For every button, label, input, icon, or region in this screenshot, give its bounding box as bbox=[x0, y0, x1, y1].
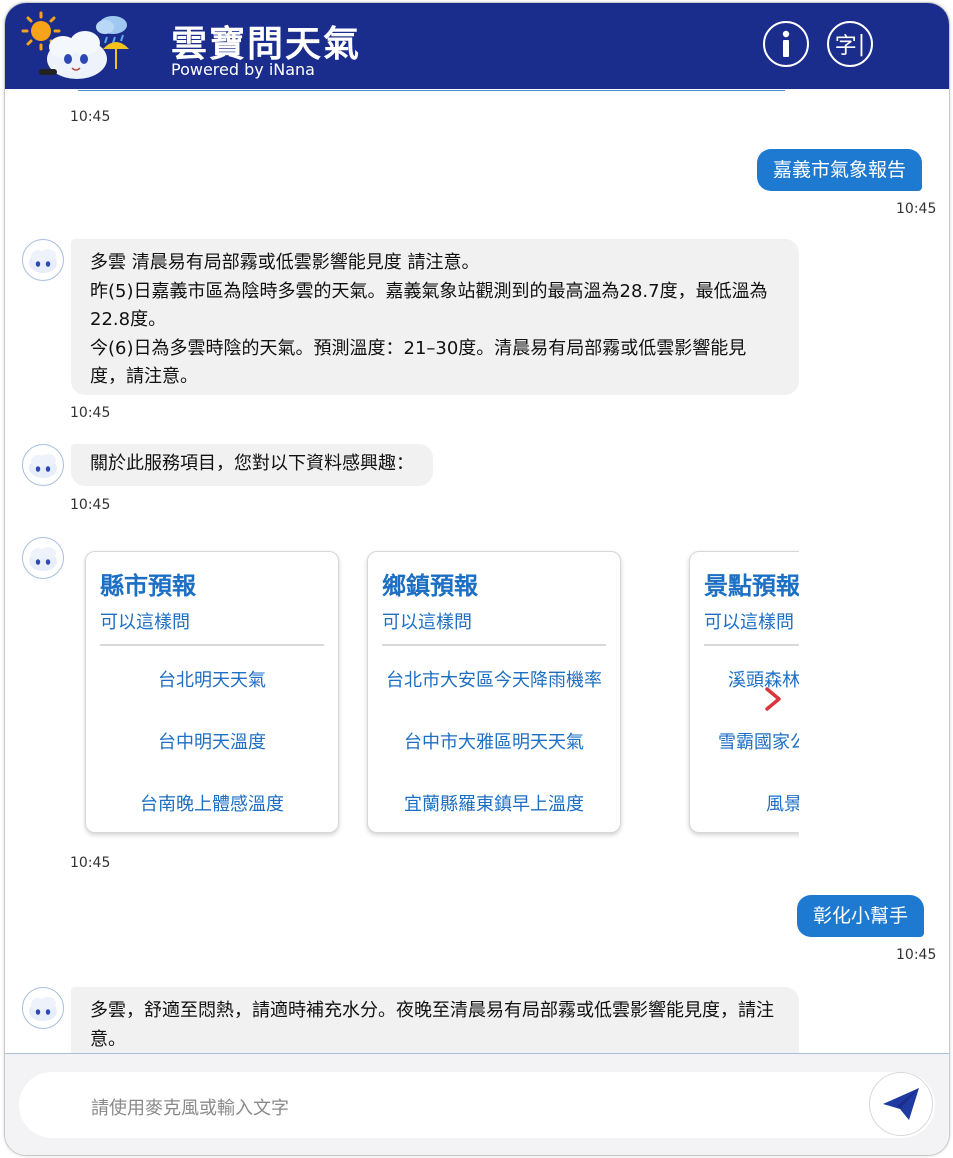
mascot-icon bbox=[29, 997, 57, 1021]
rain-cloud-icon bbox=[96, 16, 127, 44]
suggestion-link[interactable]: 台中市大雅區明天天氣 bbox=[368, 728, 620, 754]
user-message: 彰化小幫手 bbox=[797, 895, 925, 937]
cursor-bar: | bbox=[857, 31, 866, 57]
composer-bar: 請使用麥克風或輸入文字 bbox=[5, 1053, 949, 1155]
message-line: 今(6)日為多雲時陰的天氣。預測溫度：21–30度。清晨易有局部霧或低雲影響能見… bbox=[90, 337, 747, 388]
suggestion-link[interactable]: 雪霸國家公 bbox=[718, 728, 799, 754]
chat-window: 雲寶問天氣 Powered by iNana 字 | 10:45 嘉義市氣象報告 … bbox=[4, 2, 950, 1156]
card-title: 景點預報 bbox=[704, 572, 799, 600]
suggestion-link[interactable]: 台南晚上體感溫度 bbox=[86, 790, 338, 816]
message-time: 10:45 bbox=[70, 405, 111, 421]
app-subtitle: Powered by iNana bbox=[171, 60, 315, 79]
bot-avatar bbox=[22, 537, 64, 579]
user-message: 嘉義市氣象報告 bbox=[757, 149, 923, 191]
card-divider bbox=[704, 644, 799, 646]
chevron-right-icon bbox=[765, 687, 781, 711]
suggestion-link[interactable]: 台中明天溫度 bbox=[86, 728, 338, 754]
card-title: 縣市預報 bbox=[100, 572, 196, 600]
send-button[interactable] bbox=[869, 1072, 933, 1136]
bot-avatar bbox=[22, 239, 64, 281]
message-time: 10:45 bbox=[70, 497, 111, 513]
card-township-forecast: 鄉鎮預報 可以這樣問 台北市大安區今天降雨機率 台中市大雅區明天天氣 宜蘭縣羅東… bbox=[367, 551, 621, 833]
font-size-icon: 字 bbox=[834, 34, 857, 59]
suggestion-link[interactable]: 台北明天天氣 bbox=[86, 666, 338, 692]
header: 雲寶問天氣 Powered by iNana 字 | bbox=[5, 3, 949, 89]
message-time: 10:45 bbox=[896, 947, 937, 963]
card-county-forecast: 縣市預報 可以這樣問 台北明天天氣 台中明天溫度 台南晚上體感溫度 bbox=[85, 551, 339, 833]
info-icon bbox=[782, 30, 790, 57]
suggestion-link[interactable]: 宜蘭縣羅東鎮早上溫度 bbox=[368, 790, 620, 816]
mascot-icon bbox=[29, 547, 57, 571]
card-subtitle: 可以這樣問 bbox=[100, 612, 190, 633]
divider bbox=[78, 90, 785, 91]
bot-avatar bbox=[22, 444, 64, 486]
card-subtitle: 可以這樣問 bbox=[704, 612, 794, 633]
bot-message: 多雲 清晨易有局部霧或低雲影響能見度 請注意。 昨(5)日嘉義市區為陰時多雲的天… bbox=[71, 239, 799, 395]
message-time: 10:45 bbox=[896, 201, 937, 217]
message-line: 多雲 清晨易有局部霧或低雲影響能見度 請注意。 bbox=[90, 252, 480, 273]
message-time: 10:45 bbox=[70, 855, 111, 871]
mascot-logo bbox=[21, 11, 129, 79]
message-line: 昨(5)日嘉義市區為陰時多雲的天氣。嘉義氣象站觀測到的最高溫為28.7度，最低溫… bbox=[90, 280, 768, 331]
font-size-button[interactable]: 字 | bbox=[827, 21, 873, 67]
suggestion-link[interactable]: 台北市大安區今天降雨機率 bbox=[368, 666, 620, 692]
bot-avatar bbox=[22, 987, 64, 1029]
message-time: 10:45 bbox=[70, 109, 111, 125]
card-divider bbox=[382, 644, 606, 646]
card-subtitle: 可以這樣問 bbox=[382, 612, 472, 633]
carousel-next-button[interactable] bbox=[759, 679, 789, 719]
send-icon bbox=[883, 1088, 919, 1120]
suggestion-link[interactable]: 風景 bbox=[766, 790, 799, 816]
card-divider bbox=[100, 644, 324, 646]
message-input[interactable]: 請使用麥克風或輸入文字 bbox=[19, 1072, 935, 1138]
mascot-icon bbox=[29, 249, 57, 273]
bot-message: 關於此服務項目，您對以下資料感興趣： bbox=[71, 444, 433, 486]
info-button[interactable] bbox=[763, 21, 809, 67]
card-title: 鄉鎮預報 bbox=[382, 572, 478, 600]
input-placeholder: 請使用麥克風或輸入文字 bbox=[91, 1098, 289, 1119]
mascot-icon bbox=[29, 454, 57, 478]
suggestion-carousel[interactable]: 縣市預報 可以這樣問 台北明天天氣 台中明天溫度 台南晚上體感溫度 鄉鎮預報 可… bbox=[83, 549, 799, 839]
